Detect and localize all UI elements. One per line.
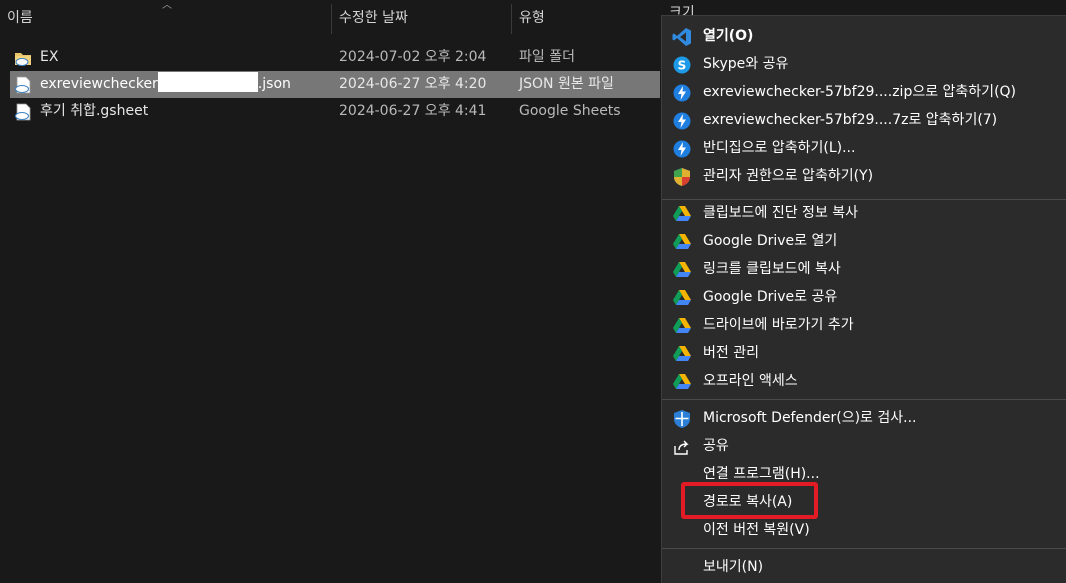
google-drive-icon [673, 374, 691, 389]
menu-item-open-drive[interactable]: Google Drive로 열기 [662, 227, 1066, 255]
menu-item-restore-versions[interactable]: 이전 버전 복원(V) [662, 516, 1066, 544]
column-name-label: 이름 [7, 10, 33, 26]
menu-item-label: 이전 버전 복원(V) [703, 522, 810, 538]
file-name: exreviewchecker .json [40, 71, 291, 98]
file-type: JSON 원본 파일 [519, 76, 614, 92]
file-name-suffix: .json [257, 76, 291, 92]
menu-item-add-shortcut[interactable]: 드라이브에 바로가기 추가 [662, 311, 1066, 339]
menu-item-defender-scan[interactable]: Microsoft Defender(으)로 검사... [662, 404, 1066, 432]
menu-item-label: 클립보드에 진단 정보 복사 [703, 205, 859, 221]
file-type: 파일 폴더 [519, 49, 575, 65]
menu-item-label: 열기(O) [703, 28, 754, 44]
menu-item-open[interactable]: 열기(O) [662, 22, 1066, 50]
menu-item-zip[interactable]: exreviewchecker-57bf29....zip으로 압축하기(Q) [662, 78, 1066, 106]
column-name[interactable]: 이름 ︿ [0, 0, 332, 37]
google-drive-icon [673, 234, 691, 249]
menu-item-label: 반디집으로 압축하기(L)... [703, 140, 856, 156]
menu-item-label: 보내기(N) [703, 559, 764, 575]
share-icon [674, 440, 689, 455]
file-type: Google Sheets [519, 103, 621, 119]
menu-item-label: 관리자 권한으로 압축하기(Y) [703, 168, 874, 184]
menu-item-label: Microsoft Defender(으)로 검사... [703, 410, 917, 426]
google-drive-icon [673, 206, 691, 221]
file-name-prefix: exreviewchecker [40, 76, 158, 92]
vscode-icon [672, 28, 691, 46]
google-drive-icon [673, 346, 691, 361]
svg-text:S: S [678, 59, 687, 73]
menu-separator [662, 399, 1066, 400]
menu-item-label: 오프라인 액세스 [703, 373, 798, 389]
file-explorer: 이름 ︿ 수정한 날짜 유형 크기 EX 2024-07-02 오후 2:04 … [0, 0, 1066, 583]
google-drive-icon [673, 318, 691, 333]
uac-shield-icon [674, 168, 690, 186]
menu-item-label: 버전 관리 [703, 345, 759, 361]
column-size[interactable]: 크기 [661, 0, 761, 15]
menu-item-copy-diagnostics[interactable]: 클립보드에 진단 정보 복사 [662, 199, 1066, 227]
cloud-file-icon [15, 103, 31, 121]
menu-item-label: 링크를 클립보드에 복사 [703, 261, 841, 277]
menu-item-label: Google Drive로 열기 [703, 233, 838, 249]
file-date: 2024-06-27 오후 4:41 [339, 103, 487, 119]
file-row-selected[interactable]: exreviewchecker .json 2024-06-27 오후 4:20 … [10, 71, 660, 98]
menu-item-label: 드라이브에 바로가기 추가 [703, 317, 854, 333]
file-row[interactable]: EX 2024-07-02 오후 2:04 파일 폴더 [10, 44, 660, 71]
menu-item-label: 공유 [703, 438, 729, 454]
column-modified[interactable]: 수정한 날짜 [332, 0, 512, 37]
folder-cloud-icon [15, 53, 31, 66]
menu-item-copy-link[interactable]: 링크를 클립보드에 복사 [662, 255, 1066, 283]
google-drive-icon [673, 262, 691, 277]
defender-icon [674, 410, 690, 428]
skype-icon: S [673, 56, 691, 74]
column-type-label: 유형 [519, 10, 545, 26]
highlight-annotation [681, 482, 818, 519]
bandizip-icon [673, 140, 691, 158]
menu-item-send-to[interactable]: 보내기(N) [662, 553, 1066, 581]
menu-item-bandizip[interactable]: 반디집으로 압축하기(L)... [662, 134, 1066, 162]
sort-ascending-icon: ︿ [162, 0, 172, 11]
bandizip-icon [673, 84, 691, 102]
google-drive-icon [673, 290, 691, 305]
menu-item-label: Skype와 공유 [703, 56, 789, 72]
cloud-file-icon [15, 76, 31, 94]
file-name: EX [40, 49, 59, 65]
menu-item-admin-compress[interactable]: 관리자 권한으로 압축하기(Y) [662, 162, 1066, 190]
file-date: 2024-07-02 오후 2:04 [339, 49, 487, 65]
file-name: 후기 취합.gsheet [40, 103, 149, 119]
menu-item-skype-share[interactable]: S Skype와 공유 [662, 50, 1066, 78]
bandizip-icon [673, 112, 691, 130]
menu-item-label: exreviewchecker-57bf29....7z로 압축하기(7) [703, 112, 998, 128]
file-date: 2024-06-27 오후 4:20 [339, 76, 487, 92]
column-size-label: 크기 [669, 5, 695, 15]
menu-item-share[interactable]: 공유 [662, 432, 1066, 460]
menu-item-offline[interactable]: 오프라인 액세스 [662, 367, 1066, 395]
column-modified-label: 수정한 날짜 [339, 10, 408, 26]
menu-item-share-drive[interactable]: Google Drive로 공유 [662, 283, 1066, 311]
redaction-box [157, 72, 258, 92]
menu-item-label: Google Drive로 공유 [703, 289, 838, 305]
menu-item-7z[interactable]: exreviewchecker-57bf29....7z로 압축하기(7) [662, 106, 1066, 134]
menu-separator [662, 548, 1066, 549]
menu-item-label: exreviewchecker-57bf29....zip으로 압축하기(Q) [703, 84, 1017, 100]
file-row[interactable]: 후기 취합.gsheet 2024-06-27 오후 4:41 Google S… [10, 98, 660, 125]
menu-item-versions[interactable]: 버전 관리 [662, 339, 1066, 367]
